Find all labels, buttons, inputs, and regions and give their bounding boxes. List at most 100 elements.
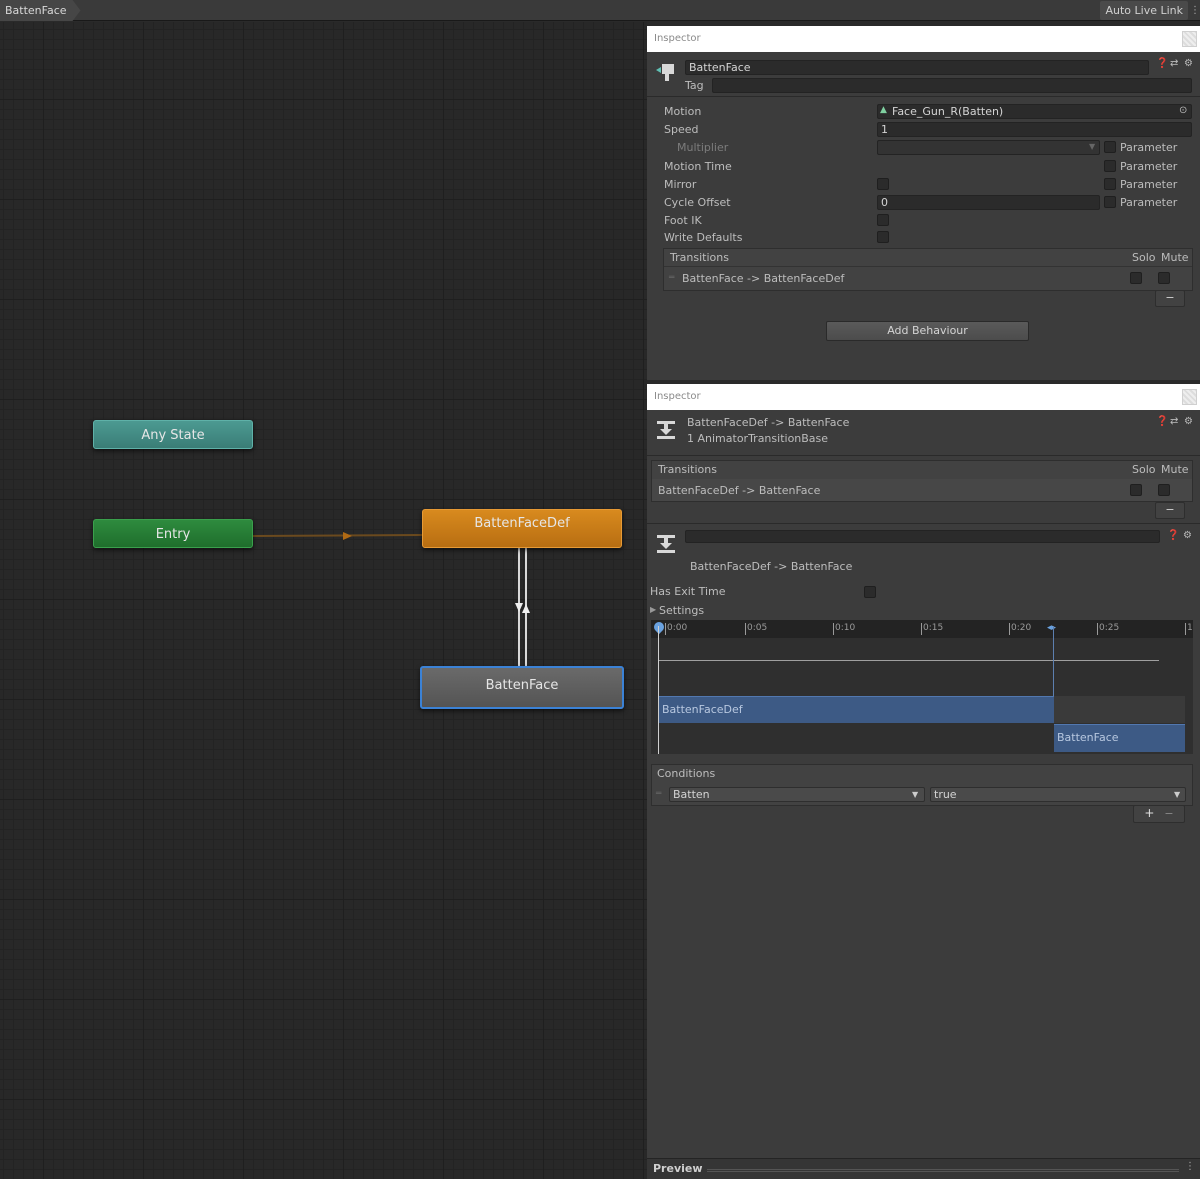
inspector-tab[interactable]: Inspector xyxy=(647,26,1200,52)
gear-icon[interactable]: ⚙ xyxy=(1184,58,1193,69)
add-condition-button[interactable]: + xyxy=(1144,806,1154,820)
condition-add-remove-buttons: + − xyxy=(1133,805,1185,823)
auto-live-link-toggle[interactable]: Auto Live Link xyxy=(1100,1,1188,20)
motion-label: Motion xyxy=(664,105,702,118)
condition-value-dropdown[interactable]: true xyxy=(930,787,1186,802)
source-state-bar-tail xyxy=(1054,696,1185,723)
transition-start-marker-icon[interactable]: ◂▸ xyxy=(1047,623,1056,633)
has-exit-time-checkbox[interactable] xyxy=(864,586,876,598)
header-divider xyxy=(647,455,1200,456)
dropdown-arrow-icon: ▼ xyxy=(1089,142,1096,151)
dropdown-arrow-icon: ▼ xyxy=(1174,790,1181,799)
parameter-label: Parameter xyxy=(1120,196,1178,209)
mute-header: Mute xyxy=(1161,463,1189,476)
remove-transition-button[interactable]: − xyxy=(1155,290,1185,307)
multiplier-parameter-checkbox[interactable] xyxy=(1104,141,1116,153)
settings-foldout-icon[interactable]: ▶ xyxy=(650,605,656,614)
transition-timeline[interactable]: 0:00 0:05 0:10 0:15 0:20 0:25 1 ◂▸ Batte… xyxy=(651,619,1193,754)
timeline-curve xyxy=(659,660,1159,661)
transition-edges xyxy=(252,532,530,666)
transition-arrow-down xyxy=(515,603,523,612)
motion-time-parameter-checkbox[interactable] xyxy=(1104,160,1116,172)
any-state-node[interactable]: Any State xyxy=(93,420,253,449)
mute-checkbox[interactable] xyxy=(1158,484,1170,496)
preset-icon[interactable]: ⇄ xyxy=(1170,416,1178,427)
parameter-label: Parameter xyxy=(1120,178,1178,191)
cycle-offset-field[interactable]: 0 xyxy=(877,195,1100,210)
foot-ik-checkbox[interactable] xyxy=(877,214,889,226)
object-picker-icon[interactable]: ⊙ xyxy=(1179,105,1187,116)
cycle-offset-parameter-checkbox[interactable] xyxy=(1104,196,1116,208)
section-divider xyxy=(647,523,1200,524)
entry-node[interactable]: Entry xyxy=(93,519,253,548)
mute-checkbox[interactable] xyxy=(1158,272,1170,284)
transitions-header: Transitions xyxy=(670,251,729,264)
transition-header-subtitle: 1 AnimatorTransitionBase xyxy=(687,432,829,445)
gear-icon[interactable]: ⚙ xyxy=(1184,416,1193,427)
animation-clip-icon: ▲ xyxy=(880,105,887,115)
condition-parameter-dropdown[interactable]: Batten xyxy=(669,787,925,802)
remove-transition-button[interactable]: − xyxy=(1155,502,1185,519)
header-divider xyxy=(647,96,1200,97)
menu-dots-icon[interactable]: ⋮ xyxy=(1190,2,1200,19)
remove-condition-button[interactable]: − xyxy=(1164,807,1173,820)
tab-menu-icon[interactable] xyxy=(1182,31,1197,47)
inspector-tab[interactable]: Inspector xyxy=(647,384,1200,410)
help-icon[interactable]: ❓ xyxy=(1167,530,1179,541)
solo-checkbox[interactable] xyxy=(1130,272,1142,284)
tag-field[interactable] xyxy=(712,78,1192,93)
inspector-title: Inspector xyxy=(654,33,701,44)
transitions-header: Transitions xyxy=(658,463,717,476)
destination-state-bar[interactable]: BattenFace xyxy=(1054,724,1185,752)
motion-field[interactable]: Face_Gun_R(Batten) xyxy=(877,104,1192,119)
drag-handle-icon[interactable]: ═ xyxy=(656,789,661,799)
preview-label: Preview xyxy=(653,1162,703,1175)
speed-label: Speed xyxy=(664,123,699,136)
solo-checkbox[interactable] xyxy=(1130,484,1142,496)
gear-icon[interactable]: ⚙ xyxy=(1183,530,1192,541)
add-behaviour-button[interactable]: Add Behaviour xyxy=(826,321,1029,341)
solo-header: Solo xyxy=(1132,463,1156,476)
parameter-label: Parameter xyxy=(1120,141,1178,154)
timeline-cursor xyxy=(658,626,659,754)
transition-marker-line xyxy=(1053,626,1054,696)
toolbar: BattenFace Auto Live Link ⋮ xyxy=(0,0,1200,21)
drag-handle-icon[interactable]: ═ xyxy=(669,273,674,283)
state-name-field[interactable]: BattenFace xyxy=(685,60,1149,75)
tick-label: 0:00 xyxy=(665,623,688,635)
source-state-bar[interactable]: BattenFaceDef xyxy=(659,696,1054,723)
speed-field[interactable]: 1 xyxy=(877,122,1192,137)
preview-drag-handle[interactable] xyxy=(707,1169,1179,1172)
cycle-offset-label: Cycle Offset xyxy=(664,196,731,209)
default-state-node[interactable]: BattenFaceDef xyxy=(422,509,622,548)
animator-state-icon xyxy=(656,64,674,81)
preset-icon[interactable]: ⇄ xyxy=(1170,58,1178,69)
breadcrumb-layer[interactable]: BattenFace xyxy=(0,0,81,21)
tick-label: 0:15 xyxy=(921,623,944,635)
settings-foldout[interactable]: Settings xyxy=(659,604,704,617)
transition-name-field[interactable] xyxy=(685,530,1160,543)
mirror-parameter-checkbox[interactable] xyxy=(1104,178,1116,190)
transition-name-label: BattenFaceDef -> BattenFace xyxy=(690,560,853,573)
tick-label: 0:10 xyxy=(833,623,856,635)
transition-row[interactable]: BattenFace -> BattenFaceDef xyxy=(682,272,844,285)
tick-label: 0:20 xyxy=(1009,623,1032,635)
help-icon[interactable]: ❓ xyxy=(1156,58,1168,69)
transition-icon xyxy=(657,421,675,439)
transition-arrow-up xyxy=(522,604,530,613)
preview-bar[interactable]: Preview ⋮ xyxy=(647,1158,1200,1179)
help-icon[interactable]: ❓ xyxy=(1156,416,1168,427)
mirror-checkbox[interactable] xyxy=(877,178,889,190)
entry-transition-line xyxy=(252,534,423,537)
menu-dots-icon[interactable]: ⋮ xyxy=(1185,1161,1195,1172)
selected-state-node[interactable]: BattenFace xyxy=(420,666,624,709)
motion-time-label: Motion Time xyxy=(664,160,732,173)
write-defaults-checkbox[interactable] xyxy=(877,231,889,243)
multiplier-label: Multiplier xyxy=(677,141,729,154)
transition-row[interactable]: BattenFaceDef -> BattenFace xyxy=(658,484,820,497)
tab-menu-icon[interactable] xyxy=(1182,389,1197,405)
multiplier-dropdown[interactable] xyxy=(877,140,1100,155)
tick-label: 0:05 xyxy=(745,623,768,635)
state-machine-graph[interactable]: Any State Entry BattenFaceDef BattenFace xyxy=(0,22,647,1179)
inspector-title: Inspector xyxy=(654,391,701,402)
